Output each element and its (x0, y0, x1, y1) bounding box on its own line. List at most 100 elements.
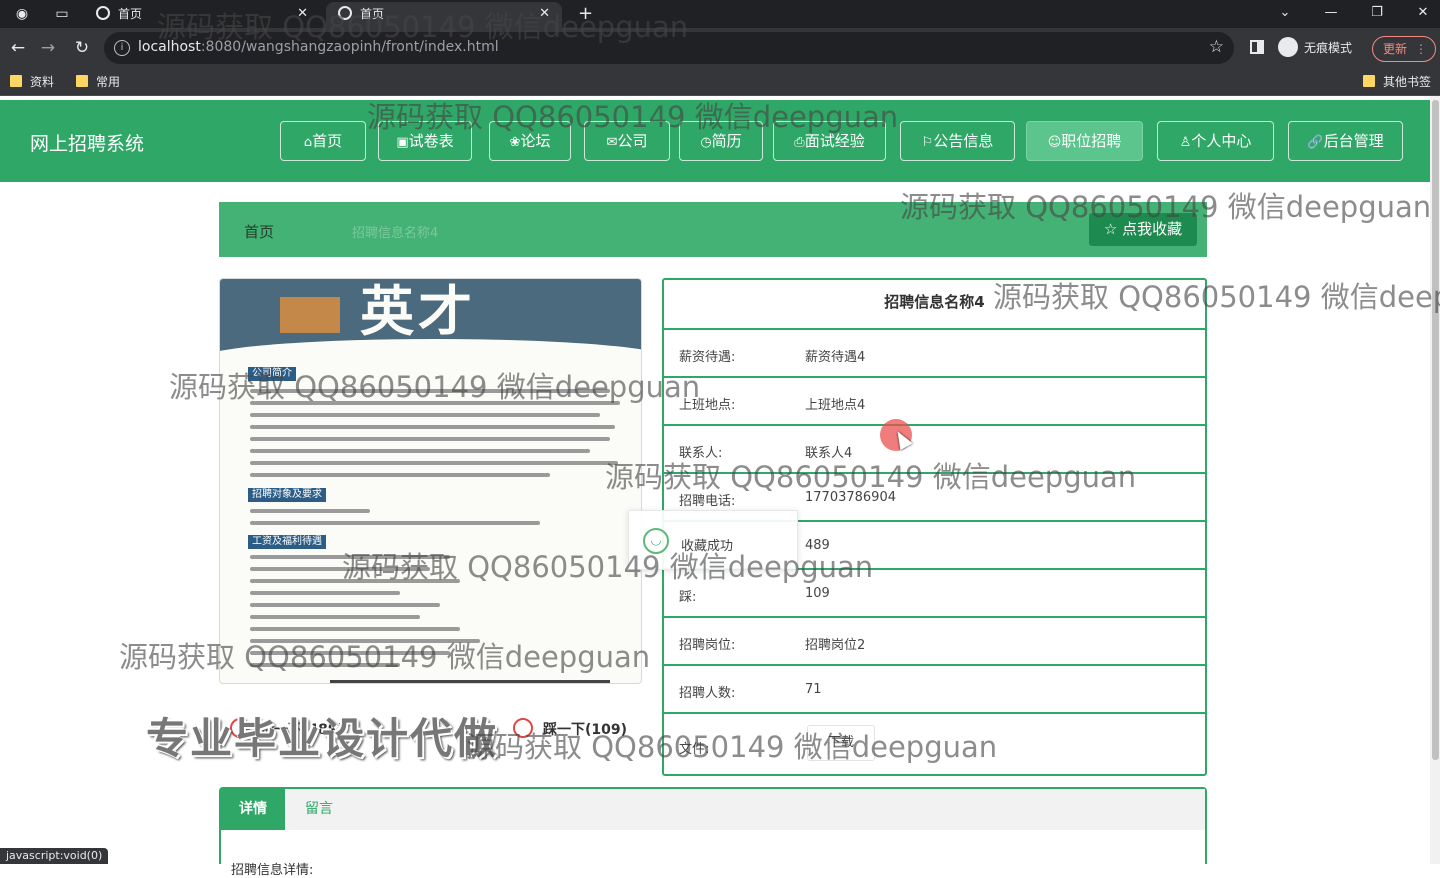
new-tab-button[interactable]: + (578, 2, 593, 26)
detail-row-value: 招聘岗位2 (805, 638, 866, 653)
incognito-indicator[interactable]: 无痕模式 (1278, 36, 1352, 60)
detail-row-label: 招聘人数: (679, 686, 736, 701)
folder-icon (76, 75, 88, 87)
back-icon[interactable]: ← (6, 36, 30, 60)
chat-icon: ❀ (509, 135, 521, 150)
detail-row-value: 上班地点4 (805, 398, 866, 413)
nav-item-label: 公司 (617, 132, 648, 150)
tab-list-icon[interactable]: ⌄ (1262, 0, 1308, 28)
detail-row-value: 17703786904 (805, 490, 896, 505)
address-bar[interactable]: i localhost:8080/wangshangzaopinh/front/… (104, 32, 1234, 64)
nav-item-7[interactable]: ☺职位招聘 (1026, 121, 1143, 161)
bookmark-folder-ziliao[interactable]: 资料 (10, 72, 54, 92)
collect-button[interactable]: ☆ 点我收藏 (1089, 213, 1197, 246)
bookmark-star-icon[interactable]: ☆ (1209, 37, 1224, 57)
browser-tab-2[interactable]: 首页 ✕ (326, 2, 562, 28)
detail-row: 招聘人数: 71 (664, 666, 1205, 714)
nav-item-label: 后台管理 (1323, 132, 1384, 150)
globe-icon (96, 6, 110, 20)
detail-row-label: 薪资待遇: (679, 350, 736, 365)
detail-row-label: 招聘岗位: (679, 638, 736, 653)
close-window-button[interactable]: ✕ (1400, 0, 1440, 28)
job-poster-image: 英才 公司简介 招聘对象及要求 工资及福利待遇 (219, 278, 642, 684)
tab-detail[interactable]: 详情 (221, 789, 285, 830)
nav-item-label: 职位招聘 (1061, 132, 1122, 150)
download-button[interactable]: 下载 (807, 725, 875, 761)
flag-icon: ⚐ (921, 135, 934, 150)
detail-row-label: 联系人: (679, 446, 723, 461)
print-icon: ⎙ (794, 135, 805, 150)
side-panel-icon[interactable] (1250, 40, 1264, 54)
link-icon: 🔗 (1307, 135, 1324, 150)
poster-section-title: 公司简介 (248, 367, 296, 381)
nav-item-8[interactable]: ♙个人中心 (1157, 121, 1274, 161)
nav-item-label: 简历 (711, 132, 742, 150)
nav-item-label: 首页 (312, 132, 343, 150)
bookmarks-bar: 资料 常用 其他书签 (0, 68, 1440, 96)
nav-item-label: 面试经验 (804, 132, 865, 150)
close-tab-icon[interactable]: ✕ (539, 2, 550, 26)
site-header: 网上招聘系统 ⌂首页 ▣试卷表 ❀论坛 ✉公司 ◷简历 ⎙面试经验 ⚐公告信息 ☺职位招聘 ♙个… (0, 100, 1430, 182)
breadcrumb-current: 招聘信息名称4 (352, 226, 439, 241)
job-title: 招聘信息名称4 (664, 280, 1205, 330)
success-toast: ◡ 收藏成功 (628, 510, 798, 570)
thumbs-down-button[interactable]: 踩一下(109) (513, 718, 627, 742)
paper-icon: ▣ (396, 135, 409, 150)
tab-title: 首页 (360, 7, 385, 21)
detail-row-value: 71 (805, 682, 822, 697)
detail-row: 联系人: 联系人4 (664, 426, 1205, 474)
tab-search-icon[interactable]: ▭ (52, 4, 72, 24)
browser-tab-1[interactable]: 首页 ✕ (84, 2, 320, 28)
browser-toolbar: ← → ↻ i localhost:8080/wangshangzaopinh/… (0, 28, 1440, 68)
reload-icon[interactable]: ↻ (70, 36, 94, 60)
other-bookmarks[interactable]: 其他书签 (1363, 72, 1431, 92)
bookmark-folder-changyong[interactable]: 常用 (76, 72, 120, 92)
tab-content-label: 招聘信息详情: (231, 863, 314, 878)
forward-icon[interactable]: → (36, 36, 60, 60)
poster-desk-illustration (280, 297, 340, 333)
detail-row-label: 上班地点: (679, 398, 736, 413)
detail-row-value: 薪资待遇4 (805, 350, 866, 365)
folder-icon (10, 75, 22, 87)
tab-comments[interactable]: 留言 (287, 789, 351, 830)
detail-row-file: 文件: 下载 (664, 714, 1205, 774)
detail-row-value: 489 (805, 538, 830, 553)
site-info-icon[interactable]: i (114, 40, 130, 56)
user-icon: ♙ (1179, 135, 1192, 150)
tabs-header: 详情 留言 (221, 789, 1205, 830)
site-title: 网上招聘系统 (30, 133, 145, 155)
nav-item-9[interactable]: 🔗后台管理 (1288, 121, 1403, 161)
thumbs-down-icon (513, 718, 533, 738)
file-label: 文件: (679, 742, 710, 757)
nav-item-6[interactable]: ⚐公告信息 (900, 121, 1015, 161)
home-icon: ⌂ (303, 135, 313, 150)
smile-icon: ◡ (643, 528, 669, 554)
poster-section-title: 工资及福利待遇 (248, 535, 326, 549)
nav-item-label: 论坛 (520, 132, 551, 150)
poster-banner-text: 英才 (360, 280, 476, 343)
detail-row-label: 招聘电话: (679, 494, 736, 509)
restore-button[interactable]: ❐ (1354, 0, 1400, 28)
nav-item-label: 个人中心 (1191, 132, 1252, 150)
breadcrumb-home[interactable]: 首页 (244, 221, 274, 242)
nav-item-0[interactable]: ⌂首页 (280, 121, 366, 161)
kebab-menu-icon: ⋮ (1415, 42, 1427, 56)
nav-item-5[interactable]: ⎙面试经验 (773, 121, 886, 161)
nav-item-4[interactable]: ◷简历 (679, 121, 763, 161)
detail-row: 薪资待遇: 薪资待遇4 (664, 330, 1205, 378)
status-bar-url: javascript:void(0) (0, 848, 109, 864)
minimize-button[interactable]: — (1308, 0, 1354, 28)
update-button[interactable]: 更新 ⋮ (1372, 36, 1436, 62)
poster-section-title: 招聘对象及要求 (248, 488, 326, 502)
breadcrumb: 首页 招聘信息名称4 ☆ 点我收藏 (219, 202, 1207, 257)
browser-menu-icon[interactable]: ◉ (12, 4, 32, 24)
nav-item-1[interactable]: ▣试卷表 (378, 121, 472, 161)
nav-item-3[interactable]: ✉公司 (584, 121, 670, 161)
promo-overlay-text: 专业毕业设计代做 (146, 714, 499, 763)
nav-item-2[interactable]: ❀论坛 (489, 121, 571, 161)
browser-tab-strip: ◉ ▭ 首页 ✕ 首页 ✕ + ⌄ — ❐ ✕ (0, 0, 1440, 28)
detail-row-label: 踩: (679, 590, 697, 605)
tab-title: 首页 (118, 7, 143, 21)
scrollbar-thumb[interactable] (1432, 100, 1439, 760)
close-tab-icon[interactable]: ✕ (297, 2, 308, 26)
